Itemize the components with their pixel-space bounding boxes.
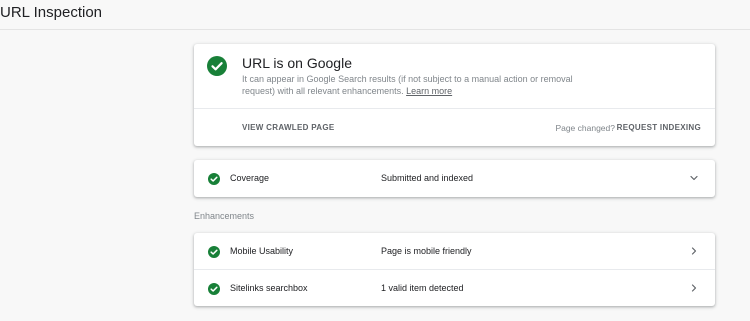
coverage-row[interactable]: Coverage Submitted and indexed [194, 160, 715, 197]
chevron-right-icon[interactable] [689, 283, 699, 293]
view-crawled-page-button[interactable]: VIEW CRAWLED PAGE [242, 123, 335, 132]
page-changed-label: Page changed? [555, 123, 615, 133]
check-circle-icon [208, 173, 220, 185]
enhancement-row-sitelinks-searchbox[interactable]: Sitelinks searchbox 1 valid item detecte… [194, 269, 715, 307]
check-circle-icon [208, 283, 220, 295]
enhancement-label: Sitelinks searchbox [230, 283, 308, 293]
check-circle-icon [207, 56, 227, 76]
learn-more-link[interactable]: Learn more [406, 86, 452, 96]
top-bar: URL Inspection [0, 0, 750, 30]
coverage-value: Submitted and indexed [381, 173, 474, 183]
enhancement-row-mobile-usability[interactable]: Mobile Usability Page is mobile friendly [194, 233, 715, 270]
enhancement-value: Page is mobile friendly [381, 246, 472, 256]
coverage-card[interactable]: Coverage Submitted and indexed [194, 160, 715, 197]
page-title: URL Inspection [0, 4, 102, 21]
divider [194, 108, 715, 109]
chevron-right-icon[interactable] [689, 246, 699, 256]
request-indexing-button[interactable]: REQUEST INDEXING [617, 123, 701, 132]
enhancement-value: 1 valid item detected [381, 283, 464, 293]
status-summary: URL is on Google It can appear in Google… [194, 44, 715, 108]
enhancements-card: Mobile Usability Page is mobile friendly… [194, 233, 715, 306]
enhancement-label: Mobile Usability [230, 246, 294, 256]
coverage-label: Coverage [230, 173, 270, 183]
enhancements-section-label: Enhancements [194, 211, 255, 221]
status-description: It can appear in Google Search results (… [242, 73, 582, 97]
status-title: URL is on Google [242, 55, 352, 71]
chevron-down-icon[interactable] [689, 173, 699, 183]
check-circle-icon [208, 246, 220, 258]
index-status-card: URL is on Google It can appear in Google… [194, 44, 715, 146]
